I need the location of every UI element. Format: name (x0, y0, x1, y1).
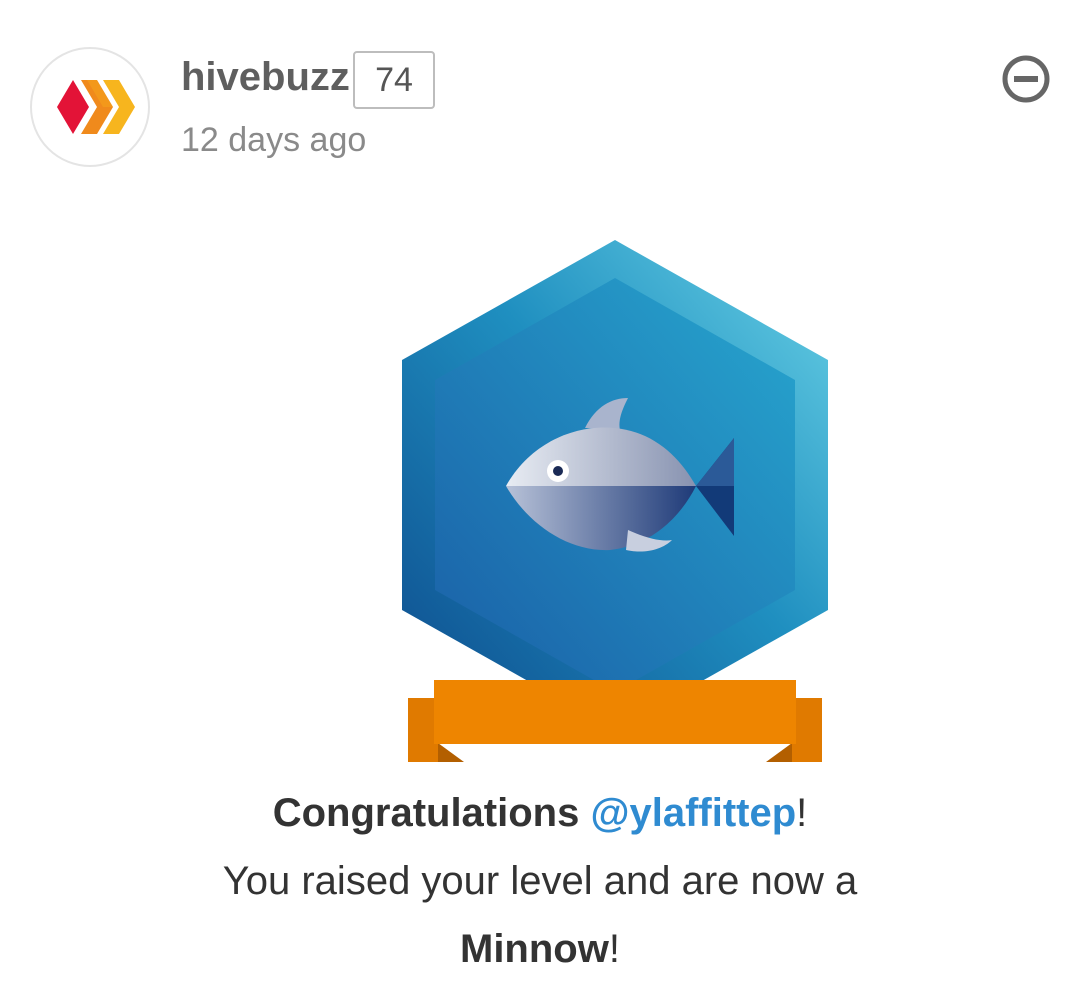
exclamation-mark: ! (608, 927, 620, 971)
congrats-text: Congratulations (272, 791, 580, 835)
congratulations-line: Congratulations @ylaffittep! (0, 788, 1080, 838)
author-name[interactable]: hivebuzz (181, 52, 350, 102)
timestamp[interactable]: 12 days ago (181, 118, 366, 162)
minnow-fish-badge-icon (402, 240, 828, 762)
exclamation-mark: ! (796, 791, 808, 835)
hive-logo-icon (57, 80, 135, 134)
user-mention-link[interactable]: @ylaffittep (590, 791, 796, 835)
level-up-text: You raised your level and are now a (222, 859, 858, 903)
author-avatar[interactable] (30, 47, 150, 167)
collapse-minus-icon[interactable] (1001, 54, 1051, 104)
level-name-line: Minnow! (0, 924, 1080, 974)
reputation-badge: 74 (353, 51, 435, 109)
level-name: Minnow (460, 927, 609, 971)
